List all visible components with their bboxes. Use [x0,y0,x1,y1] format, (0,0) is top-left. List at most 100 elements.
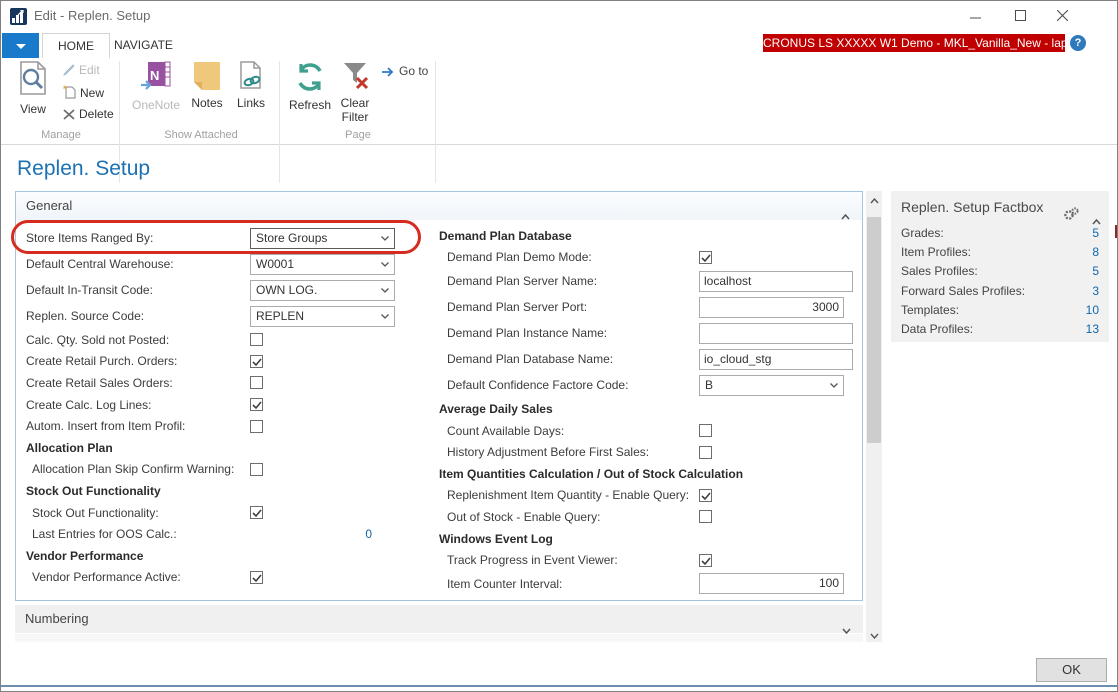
factbox-rows: Grades:5Item Profiles:8Sales Profiles:5F… [891,223,1109,339]
checkbox[interactable] [250,355,263,368]
checkbox[interactable] [250,571,263,584]
close-button[interactable] [1045,4,1079,28]
text-input[interactable]: 100 [699,573,844,594]
factbox-row: Templates:10 [891,300,1109,319]
dropdown[interactable]: W0001 [250,254,395,275]
clear-filter-button[interactable]: ClearFilter [335,61,375,124]
checkmark-icon [251,573,264,584]
field-row: Default In-Transit Code: OWN LOG. [26,277,426,303]
checkbox[interactable] [250,376,263,389]
scroll-down-icon[interactable] [866,626,882,642]
checkbox[interactable] [699,251,712,264]
factbox-value[interactable]: 3 [1092,284,1099,298]
factbox-panel: Replen. Setup Factbox Grades:5Item Profi… [891,191,1109,342]
factbox-value[interactable]: 5 [1092,264,1099,278]
checkbox[interactable] [250,420,263,433]
goto-button[interactable]: Go to [381,64,428,78]
factbox-value[interactable]: 10 [1086,303,1099,317]
field-label: Demand Plan Database Name: [439,352,613,366]
field-row: Out of Stock - Enable Query: [439,506,859,528]
checkbox[interactable] [250,463,263,476]
field-row: Item Quantities Calculation / Out of Sto… [439,463,859,485]
factbox-label: Grades: [901,226,944,240]
tab-navigate[interactable]: NAVIGATE [99,33,188,58]
application-menu-button[interactable] [2,33,39,58]
field-label: Default Confidence Factore Code: [439,378,628,392]
scrollbar-thumb[interactable] [867,217,881,443]
dropdown[interactable]: B [699,375,844,396]
checkbox[interactable] [699,424,712,437]
general-fasttab-header[interactable]: General [16,192,862,220]
field-label: Replenishment Item Quantity - Enable Que… [439,488,689,502]
ok-button[interactable]: OK [1036,658,1107,682]
window-title: Edit - Replen. Setup [34,1,150,31]
gear-icon[interactable] [1063,200,1079,232]
field-label: Default In-Transit Code: [26,283,153,297]
factbox-row: Data Profiles:13 [891,319,1109,338]
field-row: Create Retail Purch. Orders: [26,351,426,373]
field-label: Demand Plan Server Port: [439,300,587,314]
notes-button[interactable]: Notes [185,61,229,110]
checkbox[interactable] [250,333,263,346]
chevron-down-icon [381,288,389,293]
new-icon: * [63,85,76,99]
field-value[interactable]: 0 [250,527,372,541]
factbox-collapse-chevron-icon[interactable] [1092,204,1101,236]
text-input[interactable]: io_cloud_stg [699,349,853,370]
dropdown-value: W0001 [256,255,294,274]
numbering-fasttab-header[interactable]: Numbering [15,605,863,633]
factbox-header[interactable]: Replen. Setup Factbox [891,191,1109,223]
delete-icon [63,109,75,120]
factbox-value[interactable]: 8 [1092,245,1099,259]
field-row: Create Calc. Log Lines: [26,394,426,416]
field-row: Last Entries for OOS Calc.:0 [26,523,426,545]
refresh-icon [294,61,326,93]
clear-filter-icon [340,61,370,91]
text-input[interactable]: localhost [699,271,853,292]
field-label: Item Counter Interval: [439,577,562,591]
vertical-scrollbar[interactable] [866,191,882,642]
checkbox[interactable] [699,446,712,459]
field-label: Calc. Qty. Sold not Posted: [26,333,169,347]
links-icon [239,61,263,91]
checkmark-icon [251,357,264,368]
notes-icon [193,61,221,91]
new-button[interactable]: * New [63,85,104,100]
checkbox[interactable] [250,506,263,519]
checkbox[interactable] [699,510,712,523]
factbox-value[interactable]: 13 [1086,322,1099,336]
general-left-column: Store Items Ranged By:Store GroupsDefaul… [26,225,426,588]
help-icon[interactable]: ? [1070,35,1086,51]
checkbox[interactable] [699,489,712,502]
dropdown[interactable]: Store Groups [250,228,395,249]
page-title: Replen. Setup [17,157,150,181]
refresh-button[interactable]: Refresh [285,61,335,112]
dropdown[interactable]: REPLEN [250,306,395,327]
minimize-button[interactable] [958,4,992,28]
field-row: Vendor Performance Active: [26,567,426,589]
factbox-label: Sales Profiles: [901,264,978,278]
field-row: Vendor Performance [26,545,426,567]
links-button[interactable]: Links [229,61,273,110]
field-label: Demand Plan Instance Name: [439,326,607,340]
scroll-up-icon[interactable] [866,191,882,207]
maximize-button[interactable] [1003,4,1037,28]
show-attached-group-label: Show Attached [129,129,273,141]
text-input[interactable]: 3000 [699,297,844,318]
view-button[interactable]: View [13,61,53,116]
group-subheader: Windows Event Log [439,532,553,546]
delete-button[interactable]: Delete [63,107,114,121]
checkbox[interactable] [250,398,263,411]
field-label: Vendor Performance Active: [26,570,181,584]
field-row: Allocation Plan [26,437,426,459]
checkbox[interactable] [699,554,712,567]
ribbon-separator [279,61,280,183]
window-bottom-edge [1,685,1118,687]
text-input[interactable] [699,323,853,344]
dropdown-triangle-icon [16,44,26,49]
field-row: Replenishment Item Quantity - Enable Que… [439,485,859,507]
field-row: Allocation Plan Skip Confirm Warning: [26,459,426,481]
dropdown[interactable]: OWN LOG. [250,280,395,301]
chevron-down-icon [381,236,389,241]
dropdown-value: REPLEN [256,307,304,326]
